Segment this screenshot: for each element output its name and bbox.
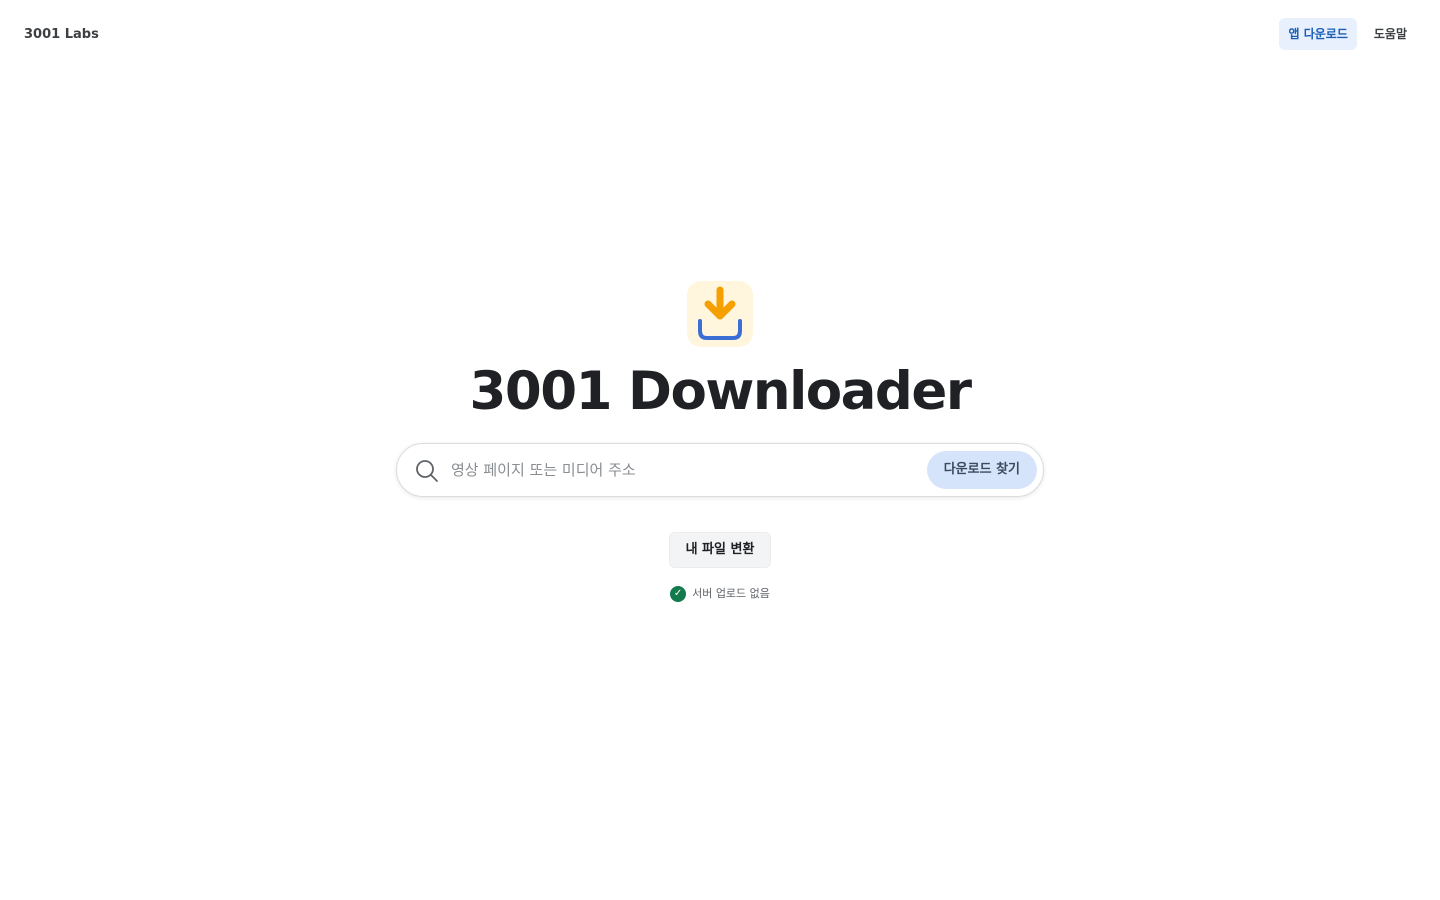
page: 3001 Labs 앱 다운로드 도움말 3001 Downloader 다운로… [0,0,1440,900]
brand-name[interactable]: 3001 Labs [24,25,99,45]
help-button[interactable]: 도움말 [1365,18,1416,50]
download-arrow-icon [698,286,742,340]
app-logo [687,281,753,347]
search-bar: 다운로드 찾기 [396,443,1044,497]
convert-my-file-button[interactable]: 내 파일 변환 [669,532,771,568]
privacy-notice: ✓ 서버 업로드 없음 [0,586,1440,602]
search-input[interactable] [451,450,911,490]
find-download-button[interactable]: 다운로드 찾기 [926,451,1037,489]
page-title: 3001 Downloader [469,361,972,422]
check-circle-icon: ✓ [670,586,687,602]
notice-text: 서버 업로드 없음 [692,587,770,600]
top-nav: 앱 다운로드 도움말 [1279,18,1416,50]
app-download-button[interactable]: 앱 다운로드 [1279,18,1357,50]
search-icon [416,460,438,482]
